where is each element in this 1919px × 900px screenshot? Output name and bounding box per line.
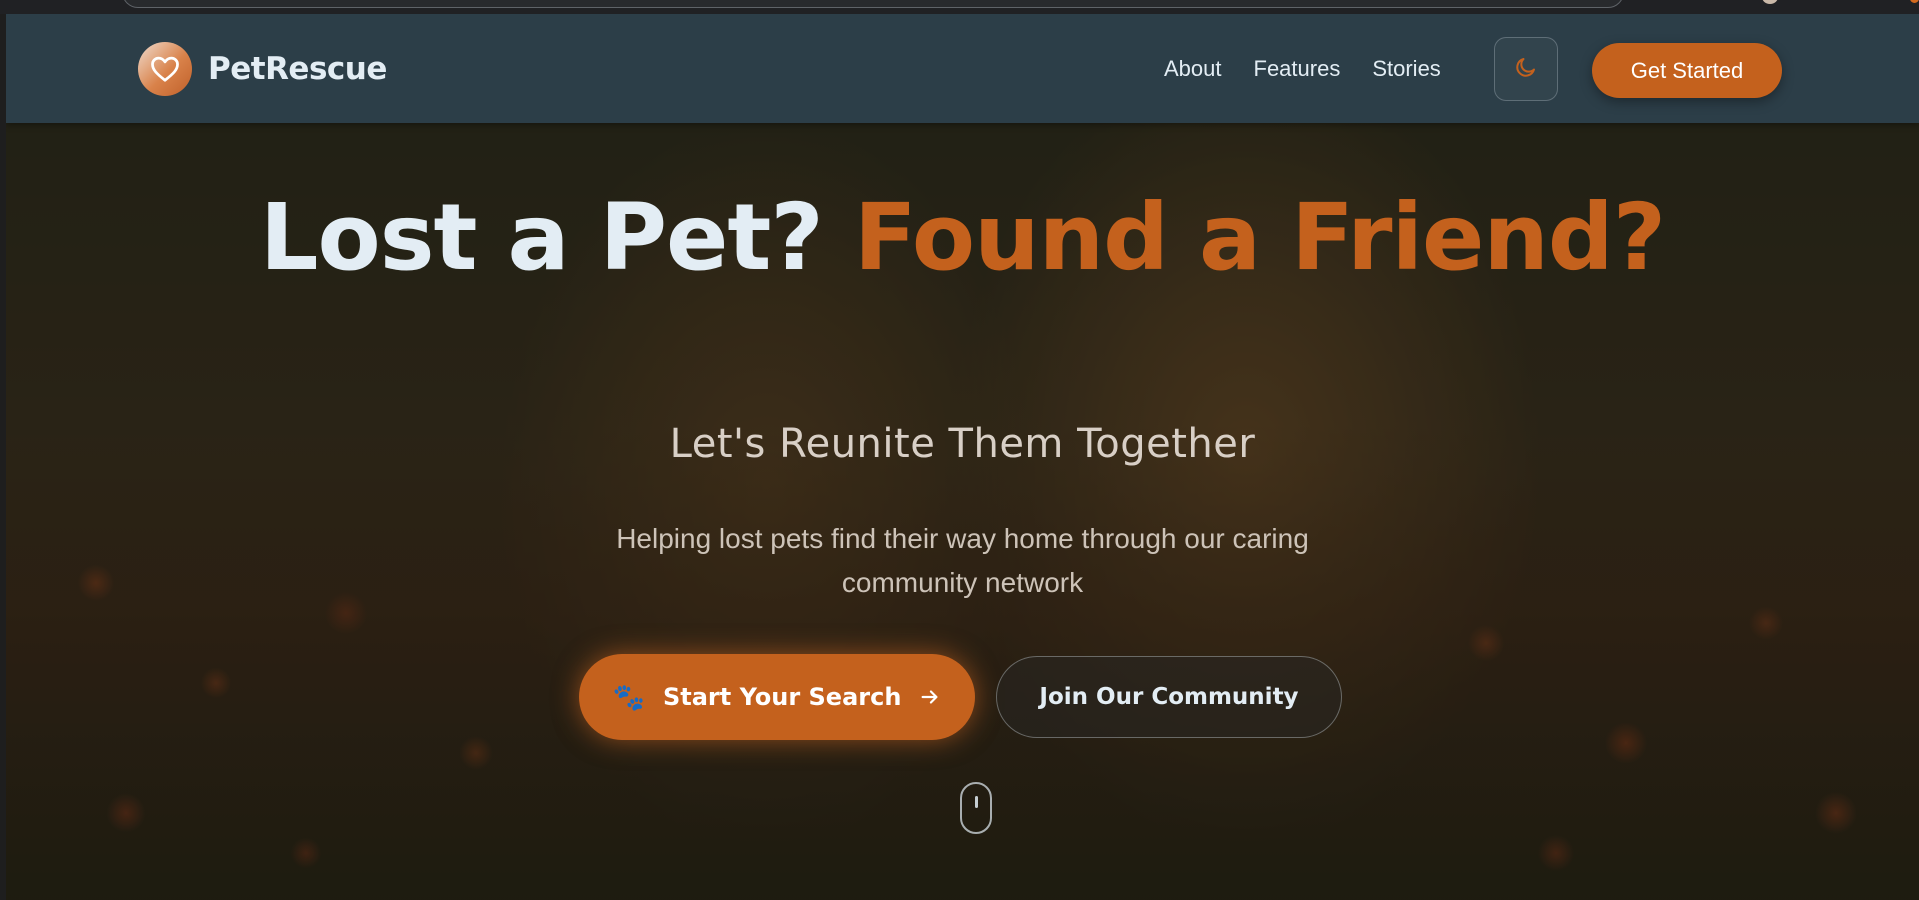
hero-description: Helping lost pets find their way home th… bbox=[616, 523, 1309, 598]
nav-links: About Features Stories bbox=[1164, 52, 1441, 86]
hero-section: Lost a Pet? Found a Friend? Let's Reunit… bbox=[6, 123, 1919, 900]
brand[interactable]: PetRescue bbox=[138, 42, 387, 96]
get-started-button[interactable]: Get Started bbox=[1592, 43, 1782, 98]
hero-title: Lost a Pet? Found a Friend? bbox=[6, 189, 1919, 287]
address-bar[interactable] bbox=[122, 0, 1624, 8]
nav-link-about[interactable]: About bbox=[1164, 56, 1222, 82]
nav-link-features[interactable]: Features bbox=[1254, 56, 1341, 82]
hero-title-main: Lost a Pet? bbox=[259, 184, 824, 291]
nav-link-stories[interactable]: Stories bbox=[1372, 56, 1440, 82]
arrow-right-icon bbox=[919, 686, 941, 708]
browser-chrome bbox=[0, 0, 1919, 14]
paw-icon: 🐾 bbox=[612, 681, 645, 712]
start-search-button[interactable]: 🐾 Start Your Search bbox=[579, 654, 975, 740]
mouse-scroll-icon[interactable] bbox=[960, 782, 992, 834]
extension-icon[interactable] bbox=[1910, 0, 1919, 3]
heart-icon bbox=[138, 42, 192, 96]
start-search-label: Start Your Search bbox=[662, 683, 902, 711]
hero-subtitle: Let's Reunite Them Together bbox=[669, 421, 1256, 467]
scroll-wheel bbox=[975, 796, 978, 808]
page-viewport: PetRescue About Features Stories Get Sta… bbox=[6, 14, 1919, 900]
moon-icon bbox=[1514, 55, 1538, 83]
hero-title-accent: Found a Friend? bbox=[853, 184, 1666, 291]
theme-toggle-button[interactable] bbox=[1494, 37, 1558, 101]
join-community-button[interactable]: Join Our Community bbox=[996, 656, 1342, 738]
brand-name: PetRescue bbox=[208, 51, 387, 87]
profile-avatar[interactable] bbox=[1762, 0, 1778, 4]
navbar: PetRescue About Features Stories Get Sta… bbox=[6, 14, 1919, 123]
